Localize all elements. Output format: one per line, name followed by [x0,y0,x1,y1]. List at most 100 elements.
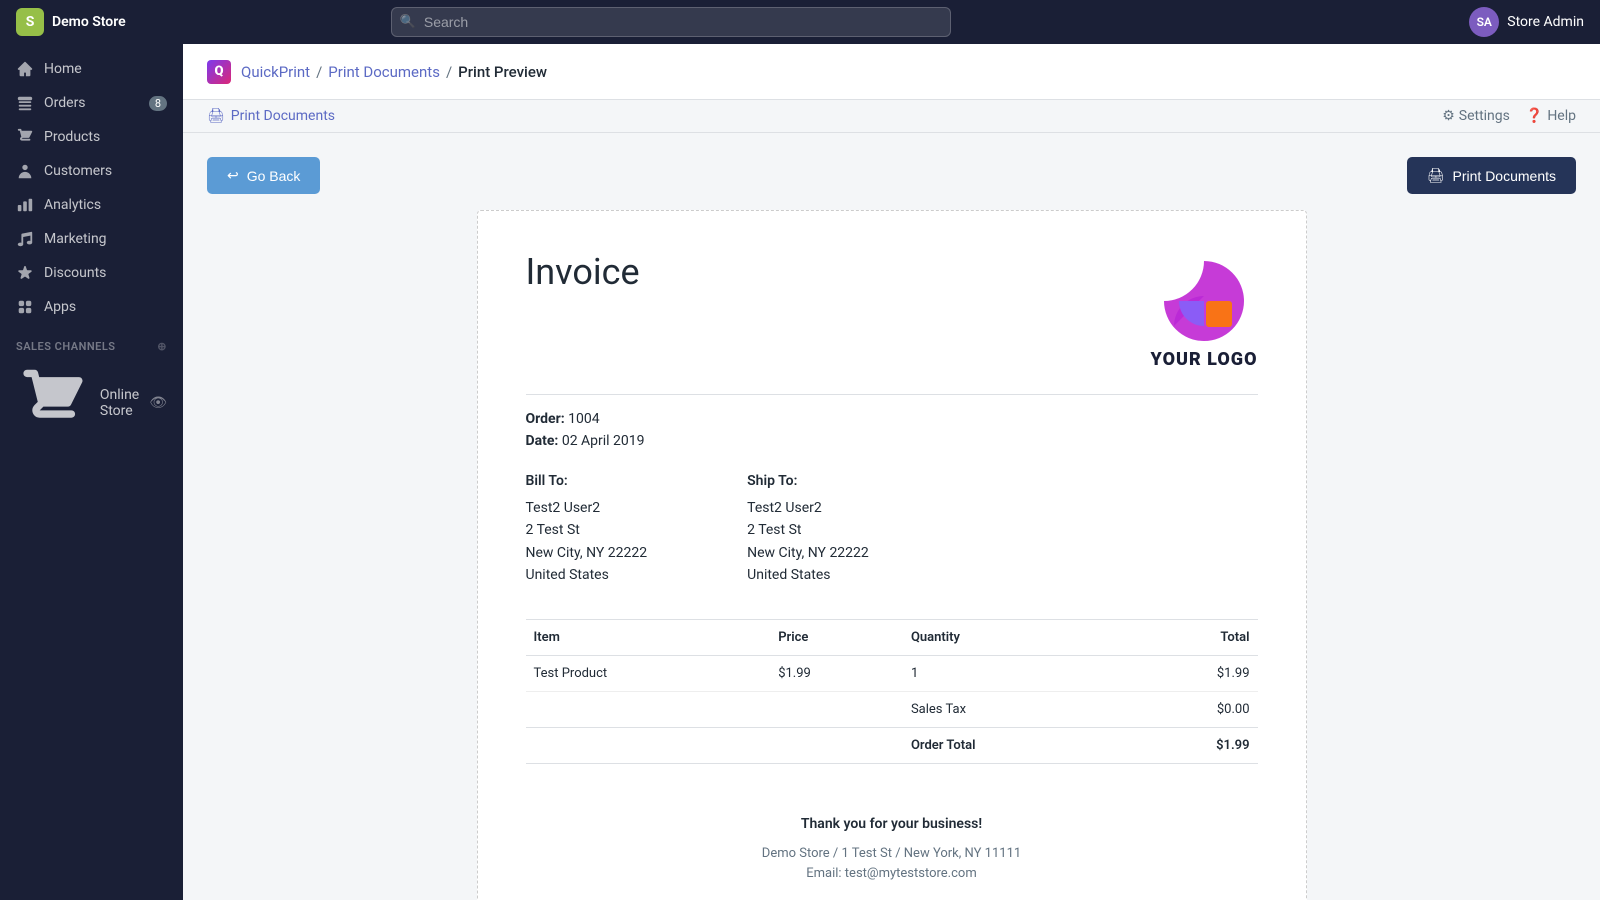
col-price: Price [770,619,903,655]
row-total: $1.99 [1123,655,1258,691]
ship-to-country: United States [747,564,869,586]
breadcrumb-sep-2: / [446,63,452,81]
invoice-meta: Order: 1004 Date: 02 April 2019 [526,394,1258,449]
breadcrumb-sep-1: / [316,63,322,81]
empty-cell-2 [770,691,903,727]
action-bar-left: 🖨 Print Documents [207,108,335,124]
bill-to-city: New City, NY 22222 [526,542,648,564]
row-item: Test Product [526,655,771,691]
table-row: Test Product $1.99 1 $1.99 [526,655,1258,691]
invoice-container: Invoice YOUR LOG [477,210,1307,900]
sidebar-label-apps: Apps [44,299,76,315]
marketing-icon [16,230,34,248]
bill-to-country: United States [526,564,648,586]
col-item: Item [526,619,771,655]
date-label: Date: [526,433,559,449]
sidebar-item-marketing[interactable]: Marketing [0,222,183,256]
date-value: 02 April 2019 [562,433,645,449]
brand[interactable]: S Demo Store [16,8,126,36]
sidebar-label-products: Products [44,129,100,145]
logo-text: YOUR LOGO [1151,349,1258,370]
invoice-logo-area: YOUR LOGO [1151,251,1258,370]
orders-icon [16,94,34,112]
bill-to-label: Bill To: [526,473,648,489]
sidebar-label-orders: Orders [44,95,86,111]
settings-icon: ⚙ [1442,108,1455,124]
print-docs-nav-link[interactable]: 🖨 Print Documents [207,108,335,124]
col-total: Total [1123,619,1258,655]
invoice-header: Invoice YOUR LOG [526,251,1258,370]
date-line: Date: 02 April 2019 [526,433,1258,449]
go-back-button[interactable]: ↩ Go Back [207,157,320,194]
sidebar-item-customers[interactable]: Customers [0,154,183,188]
breadcrumb: Q QuickPrint / Print Documents / Print P… [207,60,547,84]
help-icon: ❓ [1526,108,1543,124]
sidebar-label-customers: Customers [44,163,112,179]
sidebar-label-analytics: Analytics [44,197,101,213]
main-content: Q QuickPrint / Print Documents / Print P… [183,44,1600,900]
empty-cell-1 [526,691,771,727]
sales-tax-value: $0.00 [1123,691,1258,727]
print-docs-link-label: Print Documents [231,108,335,124]
row-quantity: 1 [903,655,1123,691]
shopify-icon: S [16,8,44,36]
customers-icon [16,162,34,180]
order-value: 1004 [568,411,599,427]
table-header-row: Item Price Quantity Total [526,619,1258,655]
apps-icon [16,298,34,316]
user-area[interactable]: SA Store Admin [1469,7,1584,37]
order-total-row: Order Total $1.99 [526,727,1258,763]
help-link[interactable]: ❓ Help [1526,108,1576,124]
ship-to-city: New City, NY 22222 [747,542,869,564]
sidebar-label-home: Home [44,61,82,77]
thank-you-text: Thank you for your business! [526,816,1258,832]
online-store-label: Online Store [100,387,139,419]
discounts-icon [16,264,34,282]
ship-to-label: Ship To: [747,473,869,489]
invoice-title: Invoice [526,251,640,293]
arrow-left-icon: ↩ [227,167,239,184]
store-info: Demo Store / 1 Test St / New York, NY 11… [526,844,1258,865]
orders-badge: 8 [149,96,167,111]
order-label: Order: [526,411,565,427]
settings-link[interactable]: ⚙ Settings [1442,108,1510,124]
breadcrumb-quickprint[interactable]: QuickPrint [241,63,310,81]
sidebar-item-products[interactable]: Products [0,120,183,154]
sidebar: Home Orders 8 Products Customers [0,44,183,900]
search-input[interactable] [391,7,951,37]
brand-name: Demo Store [52,14,126,30]
products-icon [16,128,34,146]
order-line: Order: 1004 [526,411,1258,427]
printer-icon-small: 🖨 [207,108,225,124]
sidebar-item-orders[interactable]: Orders 8 [0,86,183,120]
analytics-icon [16,196,34,214]
bill-to-block: Bill To: Test2 User2 2 Test St New City,… [526,473,648,587]
eye-icon[interactable]: 👁 [149,395,167,411]
avatar: SA [1469,7,1499,37]
sidebar-item-home[interactable]: Home [0,52,183,86]
printer-icon: 🖨 [1427,167,1445,184]
order-total-label: Order Total [903,727,1123,763]
add-channel-icon[interactable]: ⊕ [157,340,167,353]
help-label: Help [1547,108,1576,124]
bill-to-address1: 2 Test St [526,519,648,541]
ship-to-block: Ship To: Test2 User2 2 Test St New City,… [747,473,869,587]
empty-cell-3 [526,727,771,763]
empty-cell-4 [770,727,903,763]
breadcrumb-print-docs[interactable]: Print Documents [328,63,440,81]
action-row: ↩ Go Back 🖨 Print Documents [207,157,1576,194]
topbar: S Demo Store 🔍 SA Store Admin [0,0,1600,44]
sidebar-item-discounts[interactable]: Discounts [0,256,183,290]
sidebar-item-online-store[interactable]: Online Store 👁 [0,359,183,447]
breadcrumb-current: Print Preview [458,63,547,81]
sidebar-item-apps[interactable]: Apps [0,290,183,324]
sidebar-label-marketing: Marketing [44,231,107,247]
row-price: $1.99 [770,655,903,691]
page-content: ↩ Go Back 🖨 Print Documents Invoice [183,133,1600,900]
logo-graphic [1154,251,1254,341]
sales-tax-label: Sales Tax [903,691,1123,727]
print-documents-button[interactable]: 🖨 Print Documents [1407,157,1576,194]
sidebar-item-analytics[interactable]: Analytics [0,188,183,222]
action-bar-right: ⚙ Settings ❓ Help [1442,108,1576,124]
sidebar-label-discounts: Discounts [44,265,106,281]
